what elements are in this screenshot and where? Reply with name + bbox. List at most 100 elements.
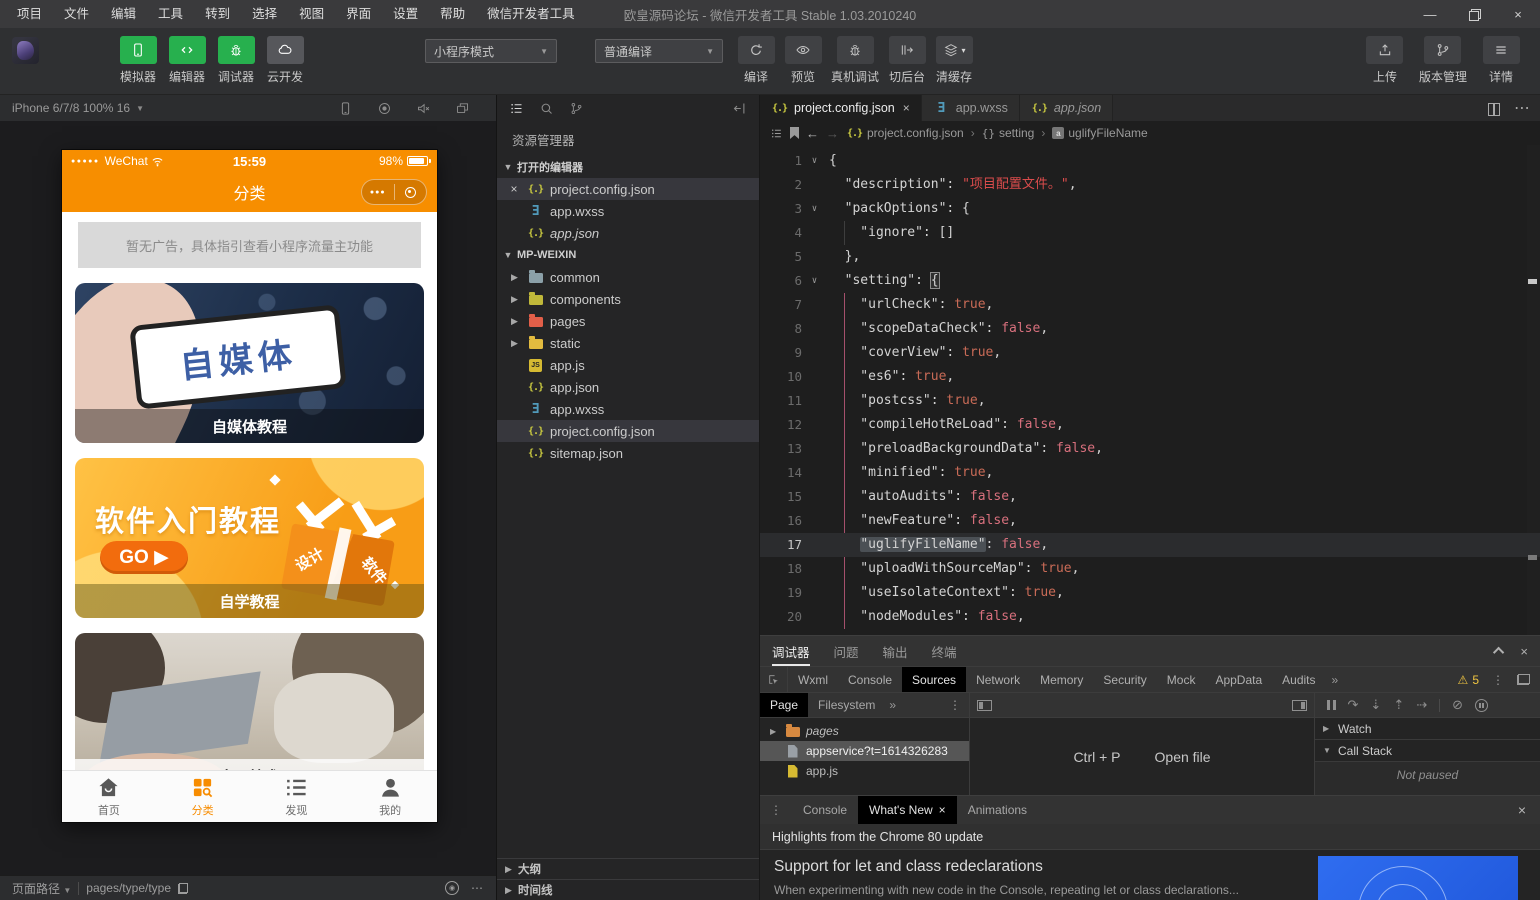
more-tabs-icon[interactable]: » — [889, 693, 896, 717]
footer-more-button[interactable]: ⋯ — [471, 881, 484, 895]
restore-button[interactable] — [1452, 0, 1496, 28]
toggle-editor-button[interactable]: 编辑器 — [168, 36, 206, 85]
devtools-tab-Network[interactable]: Network — [966, 667, 1030, 692]
close-button[interactable]: × — [1496, 0, 1540, 28]
editor-tab-app.json[interactable]: {.}app.json — [1020, 95, 1113, 121]
devtools-tab-Memory[interactable]: Memory — [1030, 667, 1093, 692]
details-button[interactable]: 详情 — [1482, 36, 1520, 85]
mute-icon[interactable] — [416, 101, 431, 116]
devtools-tab-AppData[interactable]: AppData — [1205, 667, 1272, 692]
menu-item-编辑[interactable]: 编辑 — [100, 0, 147, 28]
file-row-sitemap.json[interactable]: {.}sitemap.json — [497, 442, 759, 464]
navigator-tab-Filesystem[interactable]: Filesystem — [808, 693, 885, 717]
debugger-tab-终端[interactable]: 终端 — [932, 636, 957, 666]
menu-item-设置[interactable]: 设置 — [382, 0, 429, 28]
watch-page-icon[interactable]: ◉ — [445, 881, 459, 895]
step-over-icon[interactable]: ↷ — [1348, 697, 1359, 713]
drawer-menu-icon[interactable]: ⋮ — [760, 796, 792, 824]
tabbar-item-发现[interactable]: 发现 — [250, 771, 344, 822]
watch-section[interactable]: ▶ Watch — [1315, 718, 1540, 740]
file-row-project.config.json[interactable]: {.}project.config.json — [497, 420, 759, 442]
remote-debug-button[interactable]: 真机调试 — [831, 36, 879, 85]
rotate-device-icon[interactable] — [338, 101, 353, 116]
git-branch-icon[interactable] — [569, 101, 584, 116]
close-tab-icon[interactable]: × — [939, 803, 946, 817]
pause-script-icon[interactable] — [1327, 700, 1336, 710]
file-row-app.json[interactable]: {.}app.json — [497, 222, 759, 244]
menu-item-转到[interactable]: 转到 — [194, 0, 241, 28]
source-row-pages[interactable]: ▶pages — [760, 721, 969, 741]
fold-marker[interactable]: ∨ — [806, 149, 823, 173]
debugger-tab-输出[interactable]: 输出 — [883, 636, 908, 666]
split-editor-icon[interactable] — [1488, 103, 1500, 114]
file-row-app.wxss[interactable]: Ǝapp.wxss — [497, 398, 759, 420]
file-row-app.json[interactable]: {.}app.json — [497, 376, 759, 398]
minimize-button[interactable]: — — [1408, 0, 1452, 28]
category-card-practical[interactable]: 实用技术 — [75, 633, 424, 770]
step-icon[interactable]: ⇢ — [1416, 697, 1427, 713]
compile-button[interactable]: 编译 — [737, 36, 775, 85]
more-menu-button[interactable]: ●●● — [362, 189, 394, 196]
breadcrumb-item-project.config.json[interactable]: {.}project.config.json — [846, 126, 964, 140]
menu-item-选择[interactable]: 选择 — [241, 0, 288, 28]
record-icon[interactable] — [377, 101, 392, 116]
compile-select[interactable]: 普通编译 ▼ — [595, 39, 723, 63]
hide-navigator-icon[interactable] — [977, 700, 992, 711]
code-editor[interactable]: 1∨{2 "description": "项目配置文件。",3∨ "packOp… — [760, 145, 1540, 635]
show-debugger-icon[interactable] — [1292, 700, 1307, 711]
copy-path-icon[interactable] — [178, 883, 188, 894]
collapse-panel-icon[interactable] — [1493, 647, 1504, 658]
file-row-project.config.json[interactable]: ×{.}project.config.json — [497, 178, 759, 200]
nav-back-icon[interactable]: ← — [806, 126, 819, 141]
tree-section-header[interactable]: ▼打开的编辑器 — [497, 156, 759, 178]
bottom-panel-大纲[interactable]: ▶大纲 — [497, 858, 759, 879]
devtools-tab-Console[interactable]: Console — [838, 667, 902, 692]
devtools-menu-icon[interactable]: ⋮ — [1492, 673, 1504, 687]
source-row-appservice?t=1614326283[interactable]: appservice?t=1614326283 — [760, 741, 969, 761]
bookmark-icon[interactable] — [790, 127, 799, 139]
file-row-components[interactable]: ▶components — [497, 288, 759, 310]
deactivate-breakpoints-icon[interactable]: ⊘ — [1452, 697, 1463, 713]
outline-icon[interactable] — [770, 127, 783, 140]
open-file-link[interactable]: Open file — [1155, 749, 1211, 765]
editor-tab-project.config.json[interactable]: {.}project.config.json× — [760, 95, 922, 121]
devtools-tab-Wxml[interactable]: Wxml — [788, 667, 838, 692]
devtools-tab-Mock[interactable]: Mock — [1157, 667, 1206, 692]
upload-button[interactable]: 上传 — [1366, 36, 1404, 85]
bottom-panel-时间线[interactable]: ▶时间线 — [497, 879, 759, 900]
nav-forward-icon[interactable]: → — [826, 126, 839, 141]
file-row-static[interactable]: ▶static — [497, 332, 759, 354]
navigator-menu-icon[interactable]: ⋮ — [941, 693, 969, 717]
category-card-software[interactable]: 软件入门教程 GO ▶ 设计 软件 自学教程 — [75, 458, 424, 618]
drawer-tab-What's New[interactable]: What's New× — [858, 796, 957, 824]
page-path-dropdown[interactable]: 页面路径 ▼ — [12, 880, 71, 897]
file-row-app.wxss[interactable]: Ǝapp.wxss — [497, 200, 759, 222]
menu-item-视图[interactable]: 视图 — [288, 0, 335, 28]
menu-item-帮助[interactable]: 帮助 — [429, 0, 476, 28]
drawer-tab-Animations[interactable]: Animations — [957, 796, 1038, 824]
clear-cache-button[interactable]: ▾清缓存 — [935, 36, 973, 85]
category-card-media[interactable]: 自媒体 自媒体教程 — [75, 283, 424, 443]
popout-window-icon[interactable] — [455, 101, 470, 116]
toggle-debugger-button[interactable]: 调试器 — [217, 36, 255, 85]
menu-item-项目[interactable]: 项目 — [6, 0, 53, 28]
tabbar-item-我的[interactable]: 我的 — [343, 771, 437, 822]
go-button[interactable]: GO ▶ — [100, 541, 188, 574]
callstack-section[interactable]: ▼ Call Stack — [1315, 740, 1540, 762]
toggle-cloud-button[interactable]: 云开发 — [266, 36, 304, 85]
breadcrumb-item-uglifyFileName[interactable]: auglifyFileName — [1052, 126, 1147, 140]
warning-badge[interactable]: ⚠5 — [1458, 673, 1479, 687]
menu-item-文件[interactable]: 文件 — [53, 0, 100, 28]
file-list-icon[interactable] — [509, 101, 524, 116]
close-drawer-icon[interactable]: × — [1504, 796, 1540, 824]
editor-tab-app.wxss[interactable]: Ǝapp.wxss — [922, 95, 1020, 121]
inspect-element-icon[interactable] — [760, 667, 788, 692]
step-into-icon[interactable]: ⇣ — [1370, 697, 1381, 713]
devtools-tab-Security[interactable]: Security — [1093, 667, 1156, 692]
file-row-pages[interactable]: ▶pages — [497, 310, 759, 332]
debugger-tab-调试器[interactable]: 调试器 — [772, 636, 810, 666]
menu-item-界面[interactable]: 界面 — [335, 0, 382, 28]
dock-side-icon[interactable] — [1517, 674, 1530, 685]
version-button[interactable]: 版本管理 — [1419, 36, 1467, 85]
editor-more-icon[interactable]: ⋯ — [1514, 98, 1530, 118]
